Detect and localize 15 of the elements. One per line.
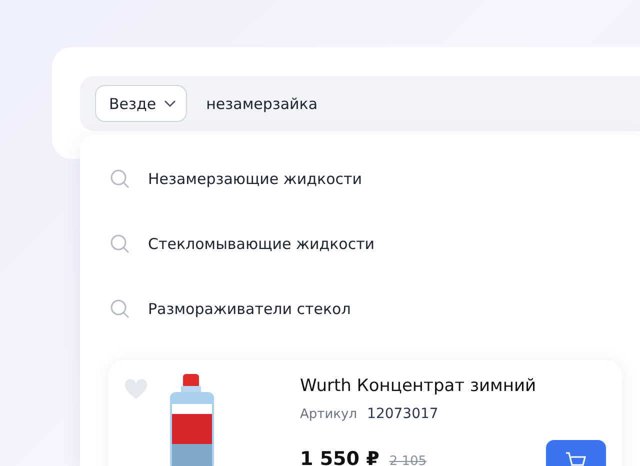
search-icon xyxy=(110,298,130,318)
suggestion-item[interactable]: Незамерзающие жидкости xyxy=(80,146,640,211)
old-price: 2 105 xyxy=(389,454,427,466)
search-field[interactable]: незамерзайка xyxy=(206,94,506,112)
search-icon xyxy=(110,168,130,188)
cart-icon xyxy=(565,452,587,466)
price: 1 550 ₽ xyxy=(300,448,380,466)
suggestion-item[interactable]: Стекломывающие жидкости xyxy=(80,211,640,276)
search-icon xyxy=(110,234,130,254)
chevron-down-icon xyxy=(164,100,176,107)
product-title[interactable]: Wurth Концентрат зимний xyxy=(300,376,536,396)
sku-value: 12073017 xyxy=(367,406,438,422)
scope-dropdown[interactable]: Везде xyxy=(95,85,188,122)
suggestion-item[interactable]: Размораживатели стекол xyxy=(80,276,640,341)
sku-label: Артикул xyxy=(300,407,358,422)
